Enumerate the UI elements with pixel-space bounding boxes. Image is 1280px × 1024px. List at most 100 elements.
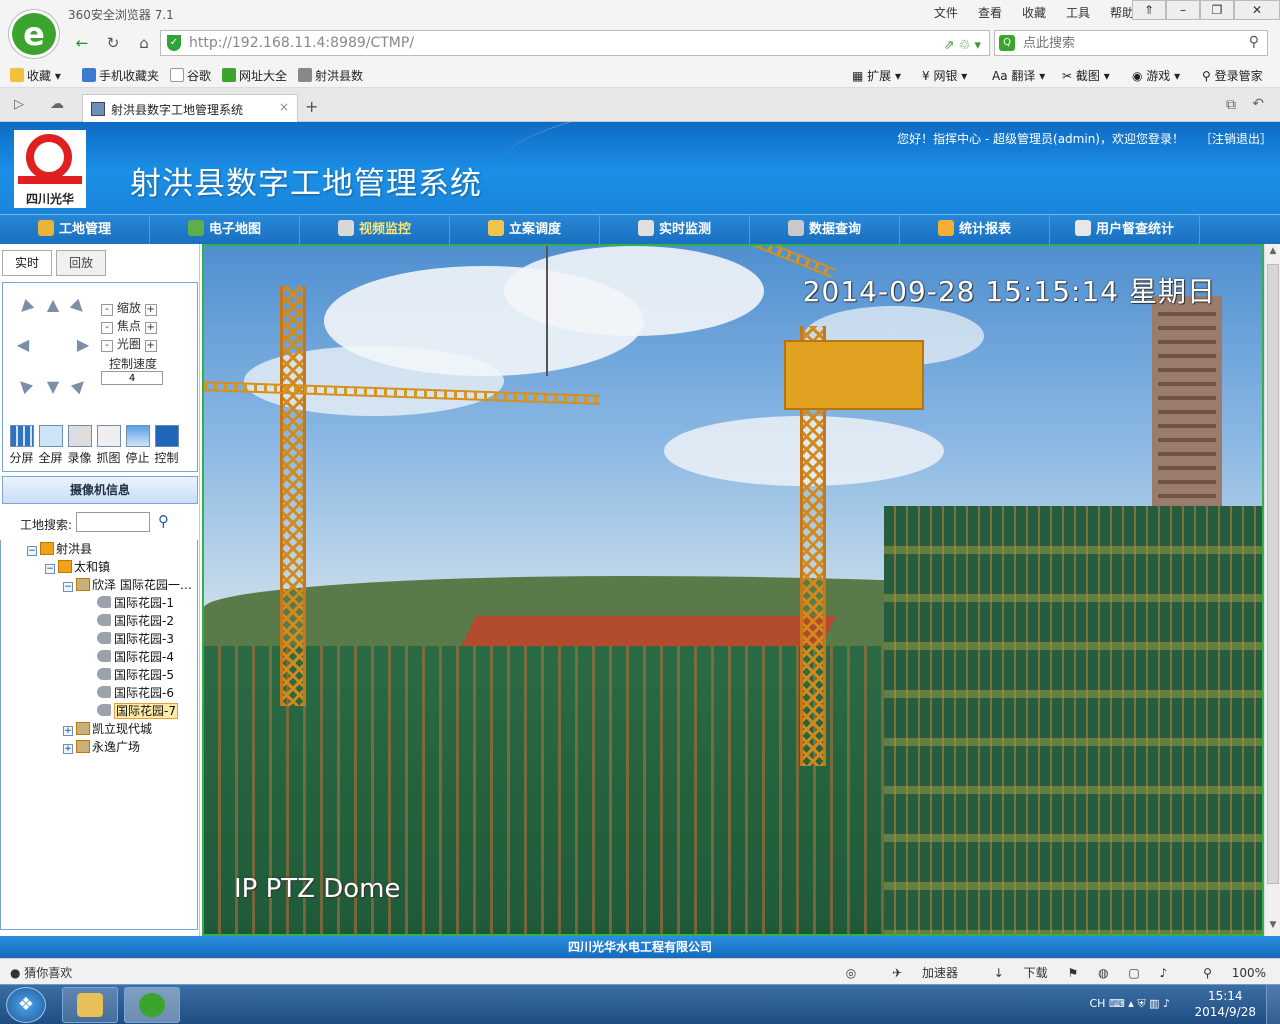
fav-hao[interactable]: 网址大全 <box>222 67 287 84</box>
tray-expand-icon[interactable]: ▴ <box>1128 997 1137 1010</box>
arrow-down-left-icon[interactable]: ◀ <box>11 371 39 399</box>
home-icon[interactable]: ⌂ <box>132 32 156 54</box>
tab-active[interactable]: 射洪县数字工地管理系统 × <box>82 94 298 122</box>
search-input[interactable] <box>1023 34 1233 52</box>
tree-camera-5[interactable]: 国际花园-5 <box>97 666 174 683</box>
nav-data-query[interactable]: 数据查询 <box>750 215 900 245</box>
zoom-level[interactable]: ⚲ 100% <box>1187 966 1266 980</box>
tree-node-county[interactable]: − 射洪县 <box>27 540 92 557</box>
minimize-icon[interactable]: – <box>1166 0 1200 20</box>
tree-camera-3[interactable]: 国际花园-3 <box>97 630 174 647</box>
snapshot-button[interactable]: 抓图 <box>94 425 123 466</box>
nav-realtime-monitoring[interactable]: 实时监测 <box>600 215 750 245</box>
speaker-icon[interactable]: ♪ <box>1163 997 1170 1010</box>
pin-icon[interactable]: ⇑ <box>1132 0 1166 20</box>
arrow-left-icon[interactable]: ◀ <box>13 335 33 355</box>
taskbar-explorer[interactable] <box>62 987 118 1023</box>
close-window-icon[interactable]: ✕ <box>1234 0 1280 20</box>
download-button[interactable]: ↓ 下载 <box>978 966 1048 980</box>
video-feed[interactable]: 2014-09-28 15:15:14 星期日 IP PTZ Dome <box>202 244 1264 936</box>
split-screen-button[interactable]: 分屏 <box>7 425 36 466</box>
window-icon[interactable]: ▢ <box>1128 966 1139 980</box>
tree-camera-7-selected[interactable]: 国际花园-7 <box>97 702 178 719</box>
clock[interactable]: 15:14 2014/9/28 <box>1194 988 1256 1020</box>
sidebar-toggle-icon[interactable]: ▷ <box>14 97 24 112</box>
nav-user-inspection[interactable]: 用户督查统计 <box>1050 215 1200 245</box>
logout-link[interactable]: ［注销退出］ <box>1200 130 1272 147</box>
nav-site-management[interactable]: 工地管理 <box>0 215 150 245</box>
focus-plus-button[interactable]: + <box>144 322 157 334</box>
favorites-button[interactable]: 收藏 ▾ <box>10 67 61 84</box>
nav-e-map[interactable]: 电子地图 <box>150 215 300 245</box>
ebank-button[interactable]: ¥ 网银 ▾ <box>922 67 967 84</box>
network-icon[interactable]: ▥ <box>1149 997 1163 1010</box>
arrow-right-icon[interactable]: ▶ <box>73 335 93 355</box>
tab-close-icon[interactable]: × <box>279 100 289 114</box>
scroll-thumb[interactable] <box>1267 264 1279 884</box>
extensions-button[interactable]: ▦ 扩展 ▾ <box>852 67 901 84</box>
cloud-icon[interactable]: ☁ <box>50 96 64 112</box>
arrow-up-left-icon[interactable]: ◀ <box>11 293 39 321</box>
arrow-down-right-icon[interactable]: ▶ <box>65 371 93 399</box>
language-indicator[interactable]: CH <box>1089 997 1105 1010</box>
show-desktop-button[interactable] <box>1266 985 1280 1024</box>
address-input[interactable]: ✓ http://192.168.11.4:8989/CTMP/ ⇗ ♲ ▾ <box>160 30 990 56</box>
record-button[interactable]: 录像 <box>65 425 94 466</box>
fullscreen-button[interactable]: 全屏 <box>36 425 65 466</box>
tree-camera-2[interactable]: 国际花园-2 <box>97 612 174 629</box>
zoom-in-button[interactable]: + <box>144 304 157 316</box>
page-scrollbar[interactable]: ▲ ▼ <box>1264 244 1280 936</box>
start-button[interactable]: ❖ <box>6 987 46 1023</box>
tree-node-town[interactable]: − 太和镇 <box>45 558 110 575</box>
url-tools-icon[interactable]: ⇗ ♲ ▾ <box>944 34 981 58</box>
search-engine-icon[interactable]: Q <box>999 35 1015 51</box>
refresh-icon[interactable]: ↻ <box>101 32 125 54</box>
screenshot-button[interactable]: ✂ 截图 ▾ <box>1062 67 1110 84</box>
scroll-down-icon[interactable]: ▼ <box>1267 920 1279 934</box>
login-manager-button[interactable]: ⚲ 登录管家 <box>1202 67 1263 84</box>
speed-input[interactable] <box>101 371 163 385</box>
undo-close-icon[interactable]: ↶ <box>1252 96 1264 112</box>
scroll-up-icon[interactable]: ▲ <box>1267 246 1279 260</box>
tree-node-yongyi[interactable]: + 永逸广场 <box>63 738 140 755</box>
tab-playback[interactable]: 回放 <box>56 250 106 276</box>
volume-icon[interactable]: ♪ <box>1160 966 1168 980</box>
ie-icon[interactable]: ◍ <box>1098 966 1108 980</box>
fav-mobile[interactable]: 手机收藏夹 <box>82 67 159 84</box>
search-icon[interactable]: ⚲ <box>158 512 169 530</box>
tree-camera-4[interactable]: 国际花园-4 <box>97 648 174 665</box>
restore-tabs-icon[interactable]: ⧉ <box>1226 97 1236 113</box>
new-tab-button[interactable]: + <box>305 97 318 116</box>
security-shield-icon[interactable]: ⛨ <box>1137 997 1149 1010</box>
taskbar-browser[interactable] <box>124 987 180 1023</box>
fav-google[interactable]: 谷歌 <box>170 67 211 84</box>
tab-realtime[interactable]: 实时 <box>2 250 52 276</box>
zoom-out-button[interactable]: - <box>101 304 113 316</box>
games-button[interactable]: ◉ 游戏 ▾ <box>1132 67 1180 84</box>
control-button[interactable]: 控制 <box>152 425 181 466</box>
tree-camera-1[interactable]: 国际花园-1 <box>97 594 174 611</box>
tree-node-project[interactable]: − 欣泽 国际花园一… <box>63 576 192 593</box>
nav-statistics[interactable]: 统计报表 <box>900 215 1050 245</box>
iris-plus-button[interactable]: + <box>144 340 157 352</box>
browser-logo[interactable]: e <box>9 10 59 58</box>
search-icon[interactable]: ⚲ <box>1249 34 1259 50</box>
fav-shehong[interactable]: 射洪县数 <box>298 67 363 84</box>
iris-minus-button[interactable]: - <box>101 340 113 352</box>
focus-minus-button[interactable]: - <box>101 322 113 334</box>
menu-file[interactable]: 文件 <box>924 4 968 21</box>
back-arrow-icon[interactable]: ← <box>70 32 94 54</box>
menu-favorites[interactable]: 收藏 <box>1012 4 1056 21</box>
status-icon[interactable]: ◎ <box>846 966 856 980</box>
flag-icon[interactable]: ⚑ <box>1068 966 1079 980</box>
maximize-icon[interactable]: ❐ <box>1200 0 1234 20</box>
menu-tools[interactable]: 工具 <box>1056 4 1100 21</box>
nav-case-dispatch[interactable]: 立案调度 <box>450 215 600 245</box>
tree-node-kaili[interactable]: + 凯立现代城 <box>63 720 152 737</box>
keyboard-icon[interactable]: ⌨ <box>1109 997 1128 1010</box>
translate-button[interactable]: Aa 翻译 ▾ <box>992 67 1045 84</box>
nav-video-monitoring[interactable]: 视频监控 <box>300 215 450 245</box>
arrow-down-icon[interactable]: ▼ <box>43 377 63 397</box>
site-search-input[interactable] <box>76 512 150 532</box>
tree-camera-6[interactable]: 国际花园-6 <box>97 684 174 701</box>
